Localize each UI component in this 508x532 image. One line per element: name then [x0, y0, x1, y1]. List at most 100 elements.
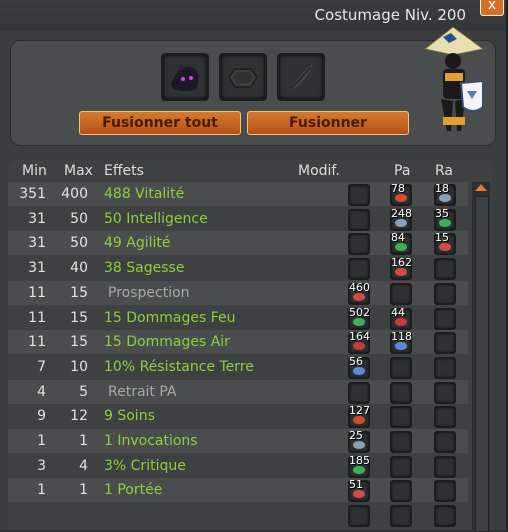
rune-icon: [439, 243, 451, 252]
modif-rune-slot[interactable]: 51: [348, 478, 370, 503]
min-value: 9: [37, 408, 46, 425]
ra-rune-slot[interactable]: [434, 282, 456, 305]
modif-rune-slot[interactable]: [348, 505, 370, 528]
effect-label: 9 Soins: [104, 408, 155, 425]
ra-rune-slot[interactable]: [434, 431, 456, 453]
ra-rune-slot[interactable]: [434, 406, 456, 429]
modif-rune-slot[interactable]: [348, 233, 370, 256]
merge-all-button[interactable]: Fusionner tout: [79, 111, 241, 135]
effect-row: 9 12 9 Soins 127: [8, 404, 468, 429]
pa-rune-slot[interactable]: 118: [390, 330, 412, 355]
rune-icon: [353, 342, 365, 351]
scroll-thumb[interactable]: [475, 196, 489, 532]
effect-row: 3 4 3% Critique 185: [8, 454, 468, 478]
pa-rune-slot[interactable]: [390, 505, 412, 528]
max-value: 400: [61, 186, 88, 202]
modif-rune-slot[interactable]: 185: [348, 454, 370, 478]
modif-rune-slot[interactable]: 164: [348, 330, 370, 355]
scrollbar[interactable]: [472, 182, 490, 532]
max-value: 15: [70, 284, 88, 301]
rune-icon: [439, 194, 451, 202]
ra-rune-slot[interactable]: [434, 356, 456, 379]
ra-rune-slot[interactable]: 15: [434, 231, 456, 256]
min-value: 11: [28, 284, 46, 301]
modif-rune-slot[interactable]: [348, 208, 370, 231]
modif-rune-slot[interactable]: 127: [348, 404, 370, 429]
rune-count: 84: [391, 231, 405, 245]
ra-rune-slot[interactable]: [434, 480, 456, 503]
pa-rune-slot[interactable]: 84: [390, 231, 412, 256]
pa-rune-slot[interactable]: [390, 381, 412, 404]
min-value: 7: [37, 358, 46, 375]
close-button[interactable]: x: [480, 0, 504, 16]
ra-rune-slot[interactable]: [434, 381, 456, 404]
pa-rune-slot[interactable]: 248: [390, 206, 412, 231]
max-value: 1: [79, 433, 88, 449]
header-pa: Pa: [394, 163, 411, 179]
max-value: 12: [70, 408, 88, 425]
rune-hexagon-icon: [227, 68, 259, 88]
effect-row: 7 10 10% Résistance Terre 56: [8, 355, 468, 379]
rune-icon: [395, 194, 407, 202]
rune-icon: [353, 441, 365, 449]
modif-rune-slot[interactable]: 502: [348, 305, 370, 330]
costume-window: Costumage Niv. 200 x Fusionner tout Fusi…: [0, 0, 508, 532]
effect-label: 15 Dommages Feu: [104, 309, 236, 326]
pa-rune-slot[interactable]: [390, 431, 412, 453]
effect-label: 1 Portée: [104, 482, 163, 499]
ra-rune-slot[interactable]: [434, 307, 456, 330]
rune-icon: [395, 342, 407, 351]
max-value: 50: [70, 235, 88, 252]
min-value: 1: [37, 433, 46, 449]
min-value: 11: [28, 334, 46, 351]
rune-icon: [353, 366, 365, 375]
min-value: 11: [28, 309, 46, 326]
rune-count: 502: [349, 305, 370, 319]
modif-rune-slot[interactable]: [348, 258, 370, 281]
modif-rune-slot[interactable]: 56: [348, 355, 370, 379]
pa-rune-slot[interactable]: [390, 455, 412, 478]
modif-rune-slot[interactable]: [348, 381, 370, 404]
effect-row: 351 400 488 Vitalité 78 18: [8, 182, 468, 206]
effect-label: 50 Intelligence: [104, 210, 208, 227]
ra-rune-slot[interactable]: [434, 455, 456, 478]
max-value: 1: [79, 482, 88, 499]
ra-rune-slot[interactable]: [434, 505, 456, 528]
effect-row: 31 50 50 Intelligence 248 35: [8, 207, 468, 231]
modif-rune-slot[interactable]: [348, 184, 370, 206]
pa-rune-slot[interactable]: [390, 480, 412, 503]
rune-count: 248: [391, 206, 412, 220]
scroll-up-icon[interactable]: [475, 184, 487, 191]
ra-rune-slot[interactable]: 18: [434, 182, 456, 206]
effect-row: 31 50 49 Agilité 84 15: [8, 231, 468, 256]
modif-rune-slot[interactable]: 460: [348, 281, 370, 305]
max-value: 15: [70, 334, 88, 351]
effect-row: 4 5 Retrait PA: [8, 379, 468, 404]
pa-rune-slot[interactable]: 44: [390, 306, 412, 330]
ra-rune-slot[interactable]: [434, 258, 456, 281]
header-modif: Modif.: [298, 163, 340, 179]
min-value: 351: [19, 186, 46, 202]
effect-row: [8, 503, 468, 528]
item-slot-2[interactable]: [277, 53, 325, 101]
pa-rune-slot[interactable]: 162: [390, 256, 412, 281]
header-min: Min: [22, 163, 47, 179]
min-value: 31: [28, 260, 46, 277]
ra-rune-slot[interactable]: 35: [434, 207, 456, 231]
merge-button[interactable]: Fusionner: [247, 111, 409, 135]
rune-count: 127: [349, 404, 370, 418]
rune-icon: [395, 268, 407, 277]
rune-icon: [395, 243, 407, 252]
modif-rune-slot[interactable]: 25: [348, 429, 370, 453]
pa-rune-slot[interactable]: [390, 356, 412, 379]
pa-rune-slot[interactable]: [390, 282, 412, 305]
pa-rune-slot[interactable]: [390, 406, 412, 429]
max-value: 4: [79, 457, 88, 474]
max-value: 15: [70, 309, 88, 326]
effect-row: 11 15 15 Dommages Air 164 118: [8, 330, 468, 355]
pa-rune-slot[interactable]: 78: [390, 182, 412, 206]
rune-slot[interactable]: [219, 53, 267, 101]
item-slot-1[interactable]: [161, 53, 209, 101]
rune-icon: [353, 490, 365, 499]
ra-rune-slot[interactable]: [434, 332, 456, 355]
